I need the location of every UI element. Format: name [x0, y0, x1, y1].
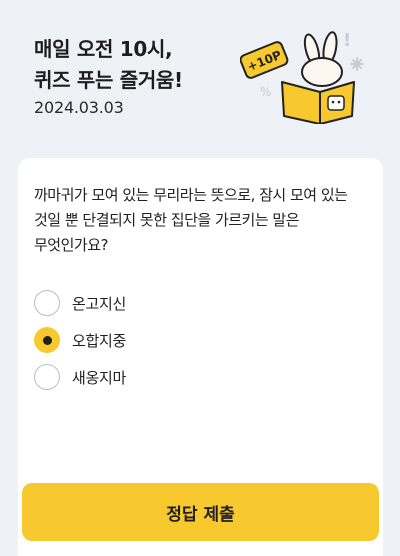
radio-button[interactable] — [34, 290, 60, 316]
option-2[interactable]: 오합지중 — [34, 327, 126, 353]
option-3[interactable]: 새옹지마 — [34, 364, 126, 390]
sparkle-icon — [350, 57, 364, 71]
page-title: 매일 오전 10시, 퀴즈 푸는 즐거움! — [34, 37, 183, 92]
radio-button-selected[interactable] — [34, 327, 60, 353]
radio-dot-icon — [42, 335, 52, 345]
quiz-date: 2024.03.03 — [34, 98, 124, 117]
option-label: 새옹지마 — [72, 368, 127, 387]
points-badge: +10P — [240, 41, 289, 79]
exclamation-icon: ! — [343, 30, 351, 51]
option-label: 온고지신 — [72, 294, 127, 313]
submit-answer-button[interactable]: 정답 제출 — [22, 483, 379, 541]
percent-icon: % — [260, 85, 271, 99]
reading-rabbit-illustration: ! % +10P — [240, 30, 364, 124]
option-1[interactable]: 온고지신 — [34, 290, 126, 316]
option-label: 오합지중 — [72, 331, 127, 350]
radio-button[interactable] — [34, 364, 60, 390]
quiz-question: 까마귀가 모여 있는 무리라는 뜻으로, 잠시 모여 있는 것일 뿐 단결되지 … — [34, 186, 348, 254]
